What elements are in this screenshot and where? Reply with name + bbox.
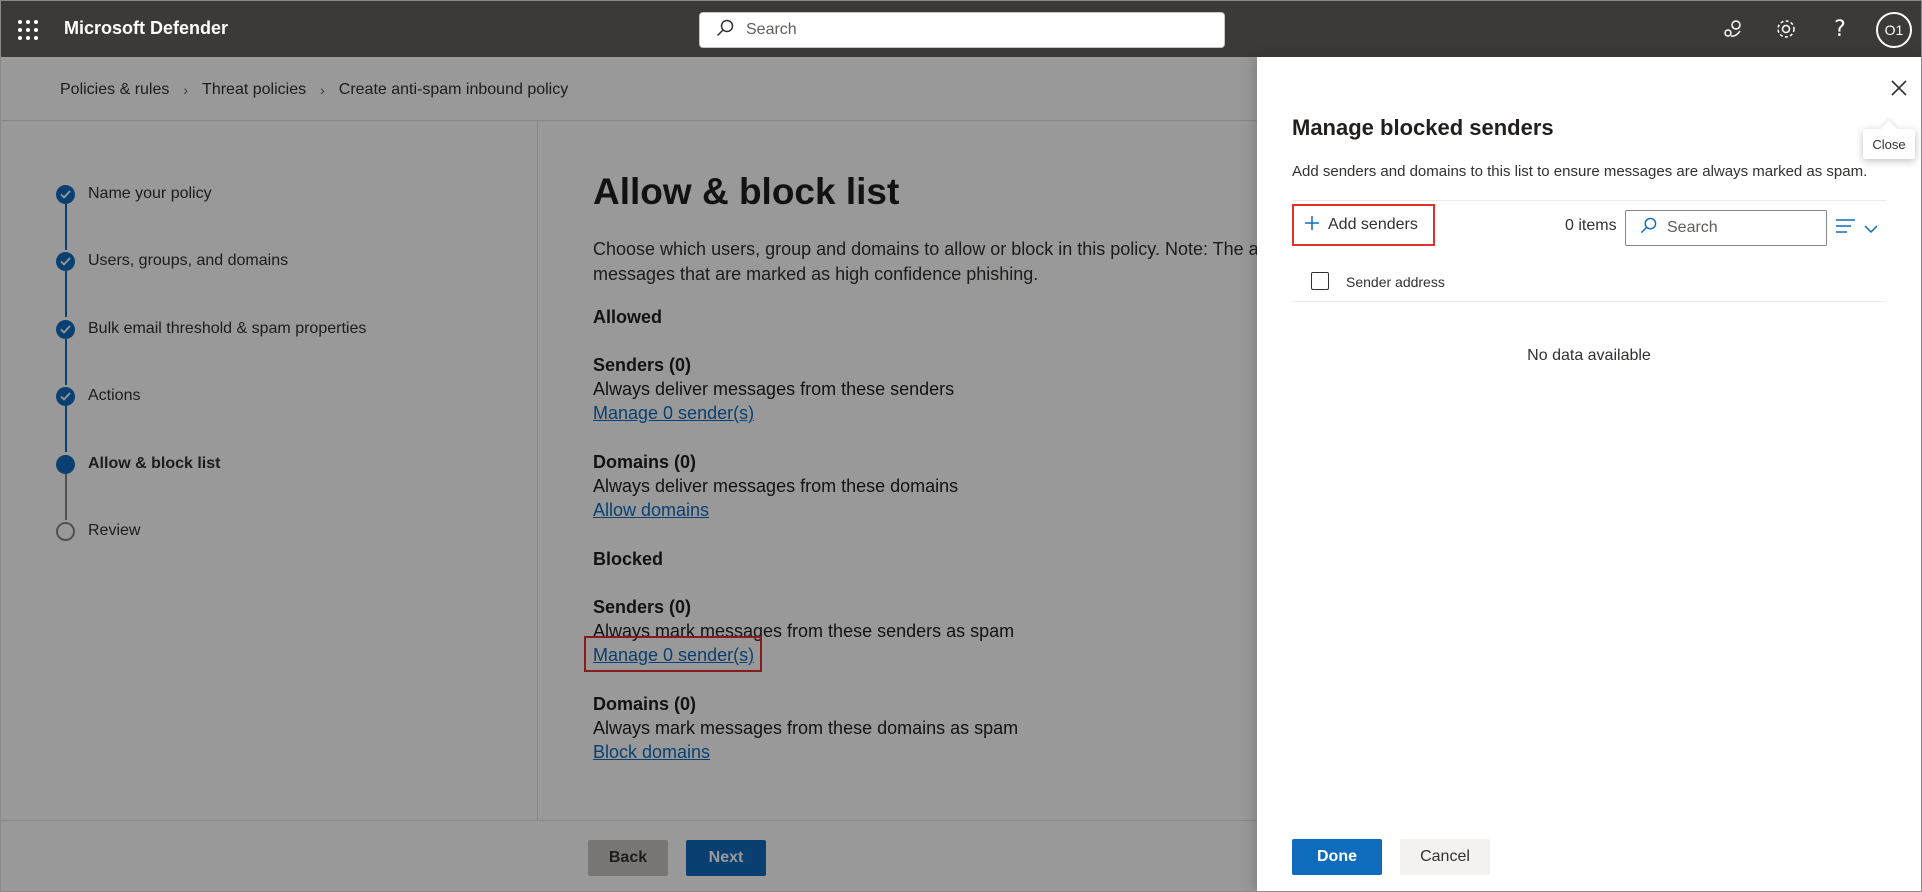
app-title[interactable]: Microsoft Defender bbox=[64, 18, 228, 39]
panel-search-placeholder: Search bbox=[1667, 219, 1718, 236]
close-tooltip: Close bbox=[1863, 129, 1915, 159]
add-senders-button[interactable]: Add senders bbox=[1292, 204, 1435, 246]
panel-description: Add senders and domains to this list to … bbox=[1292, 163, 1868, 180]
close-icon bbox=[1891, 80, 1907, 96]
divider bbox=[1292, 200, 1886, 201]
empty-state-text: No data available bbox=[1527, 347, 1651, 364]
app-window: Microsoft Defender Search ? O1 Policies … bbox=[0, 0, 1922, 892]
modal-overlay[interactable] bbox=[1, 57, 1257, 891]
search-placeholder: Search bbox=[746, 21, 797, 38]
table-header: Sender address bbox=[1292, 260, 1886, 302]
panel-title: Manage blocked senders bbox=[1292, 115, 1554, 140]
column-header-sender-address[interactable]: Sender address bbox=[1346, 274, 1445, 290]
search-icon bbox=[1640, 217, 1657, 239]
community-icon[interactable] bbox=[1719, 15, 1747, 43]
cancel-button[interactable]: Cancel bbox=[1400, 839, 1490, 875]
avatar[interactable]: O1 bbox=[1876, 12, 1912, 48]
global-search-input[interactable]: Search bbox=[699, 12, 1225, 48]
done-button[interactable]: Done bbox=[1292, 839, 1382, 875]
select-all-checkbox[interactable] bbox=[1311, 272, 1329, 290]
add-senders-label: Add senders bbox=[1328, 216, 1418, 233]
help-icon[interactable]: ? bbox=[1826, 15, 1854, 43]
app-launcher-icon[interactable] bbox=[17, 19, 39, 41]
search-icon bbox=[716, 19, 734, 42]
chevron-down-icon[interactable] bbox=[1864, 221, 1878, 239]
gear-icon[interactable] bbox=[1772, 15, 1800, 43]
top-bar: Microsoft Defender Search ? O1 bbox=[1, 1, 1921, 57]
filter-icon[interactable] bbox=[1836, 219, 1856, 238]
items-count: 0 items bbox=[1565, 217, 1617, 234]
manage-blocked-senders-panel: Close Manage blocked senders Add senders… bbox=[1257, 57, 1921, 891]
panel-search-input[interactable]: Search bbox=[1625, 210, 1827, 246]
plus-icon bbox=[1304, 215, 1320, 236]
close-button[interactable] bbox=[1886, 75, 1912, 101]
